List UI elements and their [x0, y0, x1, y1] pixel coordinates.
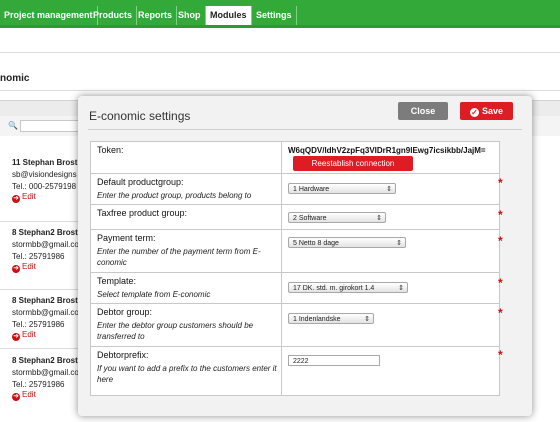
productgroup-row: Default productgroup: Enter the product … — [91, 174, 499, 205]
save-button[interactable]: ✓ Save — [460, 102, 513, 120]
required-marker: * — [498, 306, 503, 320]
divider — [0, 52, 560, 53]
chevron-updown-icon: ⇕ — [376, 215, 382, 222]
tab-shop[interactable]: Shop — [174, 6, 206, 25]
template-hint: Select template from E-conomic — [97, 290, 211, 299]
debtor-hint: Enter the debtor group customers should … — [97, 321, 254, 341]
check-icon: ✓ — [469, 108, 479, 117]
customer-email: stormbb@gmail.co — [12, 308, 79, 317]
edit-link[interactable]: ➜ Edit — [12, 390, 36, 401]
prefix-hint: If you want to add a prefix to the custo… — [97, 364, 277, 384]
debtor-row: Debtor group: Enter the debtor group cus… — [91, 304, 499, 347]
taxfree-value: 2 Software — [293, 215, 327, 222]
customer-email: stormbb@gmail.co — [12, 368, 79, 377]
customer-phone: Tel.: 25791986 — [12, 380, 65, 389]
prefix-row: Debtorprefix: If you want to add a prefi… — [91, 347, 499, 395]
debtor-select[interactable]: 1 Indenlandske ⇕ — [288, 313, 374, 324]
customer-phone: Tel.: 000-2579198 — [12, 182, 77, 191]
edit-label: Edit — [22, 192, 36, 201]
required-marker: * — [498, 348, 503, 362]
debtor-label: Debtor group: — [97, 307, 153, 317]
top-navigation: Project management Products Reports Shop… — [0, 0, 560, 28]
chevron-updown-icon: ⇕ — [398, 285, 404, 292]
chevron-updown-icon: ⇕ — [386, 186, 392, 193]
edit-link[interactable]: ➜ Edit — [12, 330, 36, 341]
tab-settings[interactable]: Settings — [252, 6, 297, 25]
customer-phone: Tel.: 25791986 — [12, 320, 65, 329]
payment-value: 5 Netto 8 dage — [293, 240, 339, 247]
productgroup-label: Default productgroup: — [97, 177, 184, 187]
payment-row: Payment term: Enter the number of the pa… — [91, 230, 499, 273]
settings-table: Token: W6qQDV/ldhV2zpFq3VIDrR1gn9lEwg7ic… — [90, 141, 500, 396]
tab-modules[interactable]: Modules — [206, 6, 252, 25]
edit-label: Edit — [22, 330, 36, 339]
required-marker: * — [498, 208, 503, 222]
customer-email: sb@visiondesigns — [12, 170, 77, 179]
token-label: Token: — [97, 145, 124, 155]
reestablish-connection-button[interactable]: Reestablish connection — [293, 156, 413, 171]
arrow-icon: ➜ — [12, 265, 20, 273]
customer-name: 11 Stephan Brost — [12, 158, 78, 167]
arrow-icon: ➜ — [12, 333, 20, 341]
template-value: 17 DK. std. m. girokort 1.4 — [293, 285, 375, 292]
productgroup-select[interactable]: 1 Hardware ⇕ — [288, 183, 396, 194]
row-divider — [0, 289, 78, 290]
token-row: Token: W6qQDV/ldhV2zpFq3VIDrR1gn9lEwg7ic… — [91, 142, 499, 174]
dialog-title: E-conomic settings — [89, 109, 191, 123]
divider — [0, 90, 560, 91]
search-input[interactable] — [20, 120, 82, 132]
page-heading: nomic — [0, 73, 30, 84]
divider — [88, 129, 522, 130]
customer-name: 8 Stephan2 Brost — [12, 296, 78, 305]
token-value: W6qQDV/ldhV2zpFq3VIDrR1gn9lEwg7icsikbb/J… — [288, 146, 486, 155]
taxfree-select[interactable]: 2 Software ⇕ — [288, 212, 386, 223]
payment-label: Payment term: — [97, 233, 156, 243]
economic-settings-dialog: E-conomic settings Close ✓ Save Token: W6… — [78, 96, 532, 416]
required-marker: * — [498, 276, 503, 290]
template-select[interactable]: 17 DK. std. m. girokort 1.4 ⇕ — [288, 282, 408, 293]
payment-select[interactable]: 5 Netto 8 dage ⇕ — [288, 237, 406, 248]
edit-label: Edit — [22, 390, 36, 399]
debtor-value: 1 Indenlandske — [293, 316, 341, 323]
template-row: Template: Select template from E-conomic… — [91, 273, 499, 304]
taxfree-row: Taxfree product group: 2 Software ⇕ — [91, 205, 499, 230]
customer-name: 8 Stephan2 Brost — [12, 228, 78, 237]
tab-reports[interactable]: Reports — [134, 6, 178, 25]
chevron-updown-icon: ⇕ — [396, 240, 402, 247]
arrow-icon: ➜ — [12, 195, 20, 203]
taxfree-label: Taxfree product group: — [97, 208, 188, 218]
save-label: Save — [481, 106, 504, 116]
close-button[interactable]: Close — [398, 102, 448, 120]
template-label: Template: — [97, 276, 137, 286]
payment-hint: Enter the number of the payment term fro… — [97, 247, 261, 267]
row-divider — [0, 221, 78, 222]
edit-label: Edit — [22, 262, 36, 271]
required-marker: * — [498, 234, 503, 248]
edit-link[interactable]: ➜ Edit — [12, 262, 36, 273]
productgroup-value: 1 Hardware — [293, 186, 330, 193]
tab-products[interactable]: Products — [89, 6, 138, 25]
chevron-updown-icon: ⇕ — [364, 316, 370, 323]
prefix-input[interactable]: 2222 — [288, 355, 380, 366]
required-marker: * — [498, 176, 503, 190]
tab-project-management[interactable]: Project management — [0, 6, 98, 25]
arrow-icon: ➜ — [12, 393, 20, 401]
productgroup-hint: Enter the product group, products belong… — [97, 191, 252, 200]
customer-phone: Tel.: 25791986 — [12, 252, 65, 261]
edit-link[interactable]: ➜ Edit — [12, 192, 36, 203]
customer-name: 8 Stephan2 Brost — [12, 356, 78, 365]
row-divider — [0, 348, 78, 349]
search-icon: 🔍 — [8, 121, 18, 130]
customer-email: stormbb@gmail.co — [12, 240, 79, 249]
prefix-label: Debtorprefix: — [97, 350, 149, 360]
